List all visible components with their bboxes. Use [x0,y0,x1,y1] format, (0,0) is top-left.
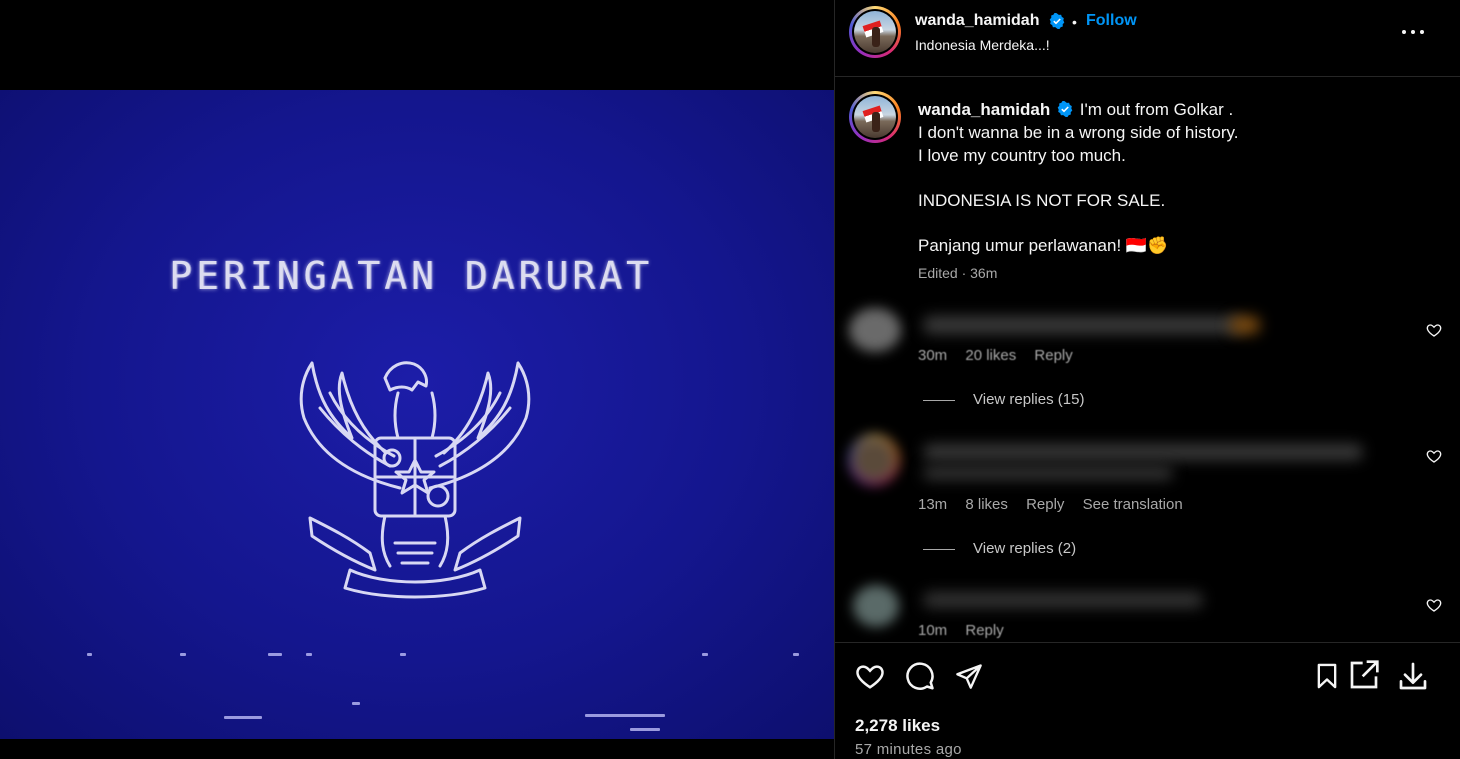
static-noise [793,653,799,656]
caption-username[interactable]: wanda_hamidah [918,100,1050,119]
comment-time: 10m [918,622,948,639]
post-caption: wanda_hamidah I'm out from Golkar . I do… [918,98,1418,257]
post-header: wanda_hamidah • Follow Indonesia Merdeka… [835,0,1460,77]
footer-divider [835,642,1460,643]
avatar[interactable] [849,6,901,58]
view-replies-line [923,400,955,401]
garuda-emblem-image [299,361,531,599]
static-noise [702,653,708,656]
verified-icon [1049,13,1065,29]
static-noise [87,653,92,656]
comment-likes[interactable]: 8 likes [965,496,1008,513]
more-options-icon[interactable] [1402,30,1428,36]
comment-avatar[interactable] [853,585,899,627]
comment-meta: 10m Reply [918,622,1018,639]
caption-line: INDONESIA IS NOT FOR SALE. [918,191,1166,210]
caption-line: I love my country too much. [918,146,1126,165]
post-media[interactable]: PERINGATAN DARURAT [0,0,834,759]
static-noise [180,653,186,656]
comment-text-blurred [1230,316,1260,334]
share-icon[interactable] [955,662,983,690]
post-time-ago: 57 minutes ago [855,741,962,758]
comment-like-heart-icon[interactable] [1426,597,1442,613]
comment-avatar[interactable] [849,435,899,485]
caption-line: I'm out from Golkar . [1079,100,1234,119]
caption-line: I don't wanna be in a wrong side of hist… [918,123,1239,142]
verified-icon [1057,100,1073,118]
view-replies-button[interactable]: View replies (2) [973,540,1076,557]
header-username[interactable]: wanda_hamidah [915,12,1039,30]
post-location[interactable]: Indonesia Merdeka...! [915,37,1050,53]
post-details-panel: wanda_hamidah • Follow Indonesia Merdeka… [835,0,1460,759]
see-translation-button[interactable]: See translation [1083,496,1183,513]
comment-reply-button[interactable]: Reply [1026,496,1064,513]
static-noise [585,714,665,717]
static-noise [400,653,406,656]
comment-meta: 13m 8 likes Reply See translation [918,496,1197,513]
comment-text-blurred [923,316,1243,334]
media-title-text: PERINGATAN DARURAT [169,254,653,298]
static-noise [352,702,360,705]
view-replies-button[interactable]: View replies (15) [973,391,1084,408]
header-separator: • [1072,14,1077,30]
comment-likes[interactable]: 20 likes [965,347,1016,364]
follow-button[interactable]: Follow [1086,12,1137,30]
comment-reply-button[interactable]: Reply [1034,347,1072,364]
heart-icon[interactable] [855,661,885,691]
caption-meta: Edited · 36m [918,265,998,281]
static-noise [268,653,282,656]
comment-reply-button[interactable]: Reply [965,622,1003,639]
likes-count[interactable]: 2,278 likes [855,716,940,736]
static-noise [224,716,262,719]
comment-text-blurred [923,466,1173,480]
view-replies-line [923,549,955,550]
download-icon[interactable] [1397,660,1429,692]
comment-avatar[interactable] [849,308,901,352]
external-link-icon[interactable] [1348,659,1380,691]
comment-like-heart-icon[interactable] [1426,322,1442,338]
comment-time: 13m [918,496,948,513]
comment-text-blurred [923,592,1203,608]
comment-meta: 30m 20 likes Reply [918,347,1087,364]
comment-time: 30m [918,347,948,364]
static-noise [306,653,312,656]
media-video-frame[interactable]: PERINGATAN DARURAT [0,90,834,739]
comment-icon[interactable] [905,661,935,691]
comment-like-heart-icon[interactable] [1426,448,1442,464]
static-noise [630,728,660,731]
caption-line: Panjang umur perlawanan! 🇮🇩✊ [918,236,1169,255]
bookmark-icon[interactable] [1313,661,1341,691]
caption-avatar[interactable] [849,91,901,143]
comment-text-blurred [923,444,1363,460]
